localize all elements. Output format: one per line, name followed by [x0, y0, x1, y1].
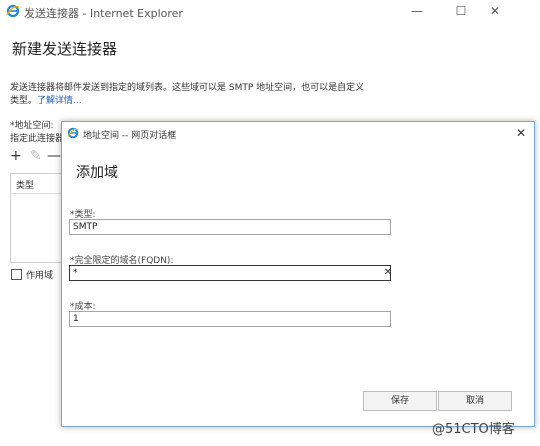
clear-icon[interactable]: ✕ — [382, 266, 394, 280]
watermark: @51CTO博客 — [432, 422, 515, 437]
address-space-dialog: 地址空间 -- 网页对话框 ✕ 添加域 *类型: SMTP *完全限定的域名(F… — [61, 121, 535, 427]
save-button[interactable]: 保存 — [363, 391, 437, 411]
learn-more-link[interactable]: 了解详情... — [37, 96, 82, 106]
dialog-title: 地址空间 -- 网页对话框 — [83, 131, 177, 141]
internet-explorer-icon — [67, 127, 79, 139]
page-description: 发送连接器将邮件发送到指定的域列表。这些域可以是 SMTP 地址空间，也可以是自… — [10, 82, 370, 108]
window-titlebar: 发送连接器 - Internet Explorer — ☐ ✕ — [0, 0, 540, 24]
cost-input[interactable]: 1 — [69, 311, 391, 327]
list-header-divider — [10, 193, 62, 194]
add-icon[interactable]: + — [10, 148, 22, 164]
scoped-checkbox-label: 作用域 — [26, 271, 54, 281]
cancel-button[interactable]: 取消 — [438, 391, 512, 411]
scoped-send-connector-checkbox[interactable] — [11, 269, 22, 280]
maximize-button[interactable]: ☐ — [444, 0, 478, 22]
dialog-heading: 添加域 — [76, 165, 118, 181]
fqdn-input[interactable]: * ✕ — [69, 265, 394, 281]
window-close-button[interactable]: ✕ — [478, 0, 512, 22]
page-title: 新建发送连接器 — [12, 40, 118, 58]
type-column-header[interactable]: 类型 — [16, 178, 34, 191]
dialog-titlebar: 地址空间 -- 网页对话框 ✕ — [62, 122, 534, 144]
fqdn-value: * — [73, 268, 78, 278]
window-title: 发送连接器 - Internet Explorer — [24, 7, 183, 20]
dialog-close-button[interactable]: ✕ — [510, 124, 532, 142]
address-space-sublabel: 指定此连接器 — [10, 134, 65, 144]
internet-explorer-icon — [6, 4, 20, 18]
remove-icon[interactable]: — — [47, 148, 61, 164]
minimize-button[interactable]: — — [400, 0, 434, 22]
type-field[interactable]: SMTP — [69, 219, 391, 235]
edit-icon[interactable]: ✎ — [30, 148, 42, 164]
